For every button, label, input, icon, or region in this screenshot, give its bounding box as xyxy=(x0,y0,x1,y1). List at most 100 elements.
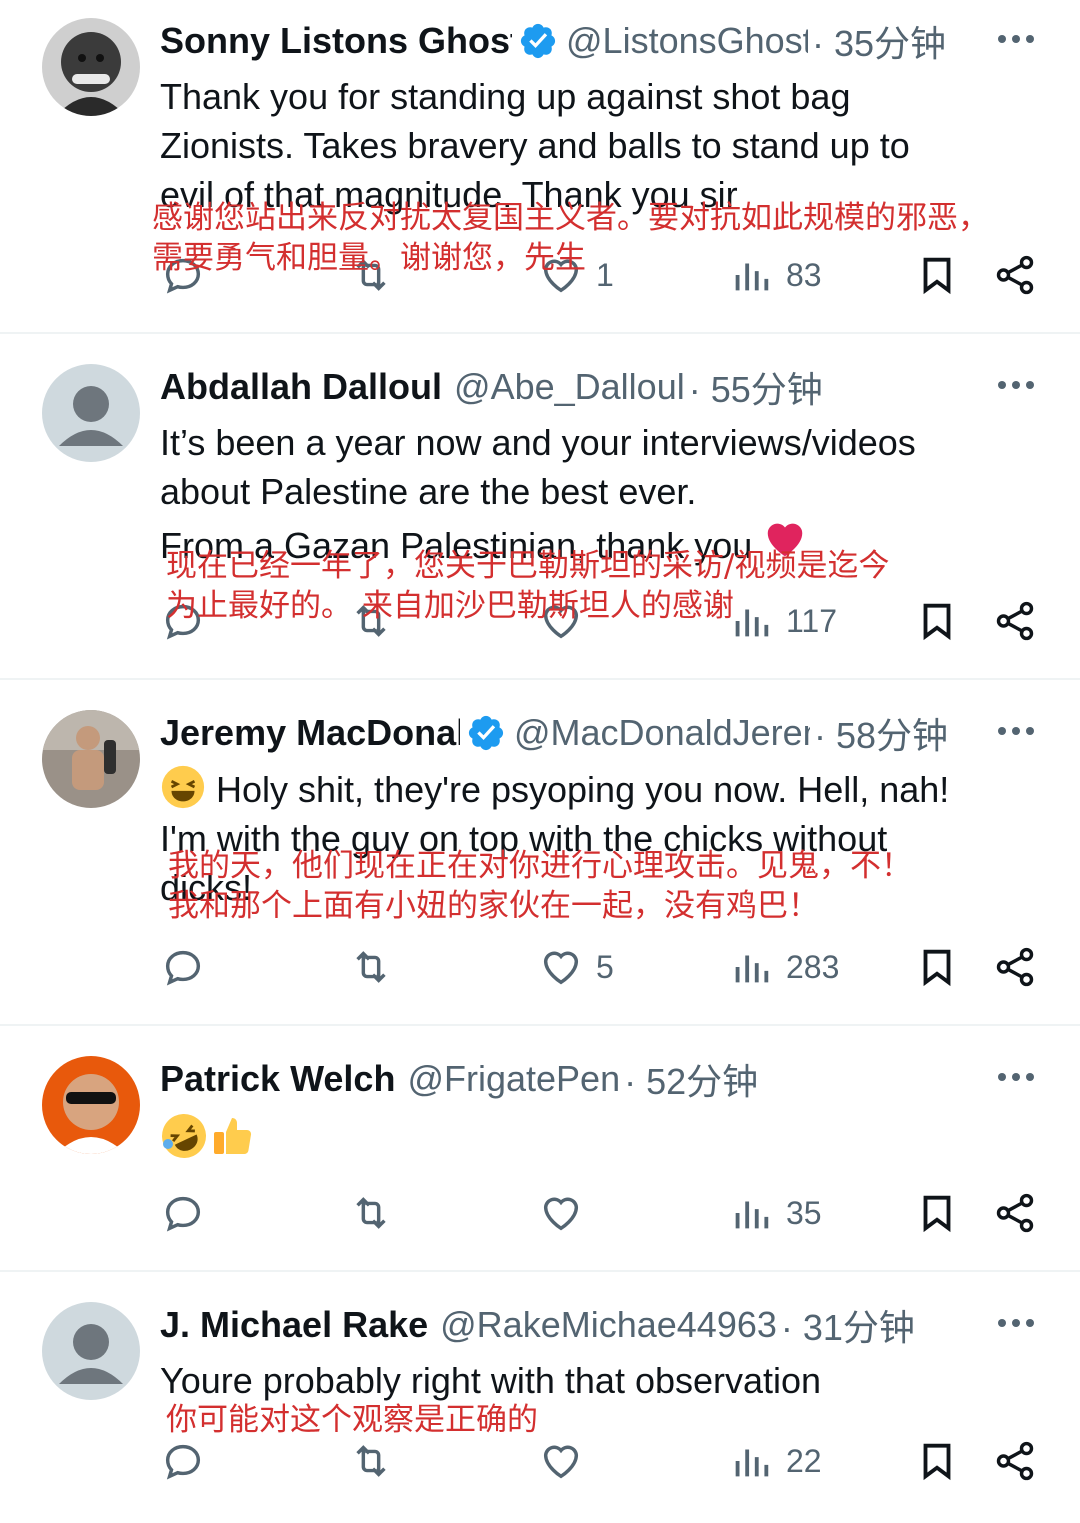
bookmark-icon xyxy=(923,1443,951,1481)
reply-icon xyxy=(165,1444,201,1480)
bookmark-icon xyxy=(923,603,951,641)
reply-icon xyxy=(165,1196,201,1232)
translation-overlay: 感谢您站出来反对扰太复国主义者。要对抗如此规模的邪恶， 需要勇气和胆量。谢谢您，… xyxy=(152,198,989,278)
bookmark-icon xyxy=(923,949,951,987)
tweet-text-line: Zionists. Takes bravery and balls to sta… xyxy=(160,125,910,166)
reply-button[interactable] xyxy=(160,944,206,990)
view-count: 22 xyxy=(786,1442,822,1479)
translation-line: 现在已经一年了，您关于巴勒斯坦的采访/视频是迄今 xyxy=(166,548,890,584)
tweet-text: Youre probably right with that observati… xyxy=(160,1356,1040,1405)
share-button[interactable] xyxy=(992,598,1038,644)
display-name[interactable]: Sonny Listons Ghost xyxy=(160,20,512,62)
more-icon[interactable] xyxy=(996,1062,1036,1092)
retweet-icon xyxy=(356,1197,386,1229)
tweet-5[interactable]: J. Michael Rake @RakeMichae44963 · 31分钟 … xyxy=(0,1284,1080,1521)
tweet-text-line: about Palestine are the best ever. xyxy=(160,471,697,512)
like-button[interactable] xyxy=(538,1190,596,1236)
view-count: 35 xyxy=(786,1194,822,1231)
avatar[interactable] xyxy=(42,710,140,808)
grinning-squinting-face-emoji-icon xyxy=(161,765,205,809)
tweet-text-line: Youre probably right with that observati… xyxy=(160,1360,822,1401)
retweet-icon xyxy=(356,1445,386,1477)
views-icon xyxy=(735,1449,769,1477)
timestamp[interactable]: · 58分钟 xyxy=(814,707,948,759)
translation-overlay: 你可能对这个观察是正确的 xyxy=(166,1400,538,1440)
views-button[interactable]: 22 xyxy=(728,1438,822,1484)
handle[interactable]: @RakeMichae44963 xyxy=(440,1304,777,1346)
display-name[interactable]: Abdallah Dalloul xyxy=(160,366,442,408)
more-icon[interactable] xyxy=(996,370,1036,400)
timestamp[interactable]: · 55分钟 xyxy=(689,361,823,413)
like-icon xyxy=(543,1197,579,1231)
translation-overlay: 现在已经一年了，您关于巴勒斯坦的采访/视频是迄今 为止最好的。 来自加沙巴勒斯坦… xyxy=(166,546,889,626)
reply-button[interactable] xyxy=(160,1438,206,1484)
views-icon xyxy=(735,1201,769,1229)
reply-button[interactable] xyxy=(160,1190,206,1236)
translation-line: 我的天，他们现在正在对你进行心理攻击。见鬼，不！ xyxy=(168,848,912,884)
reply-icon xyxy=(165,950,201,986)
translation-line: 需要勇气和胆量。谢谢您，先生 xyxy=(152,240,586,276)
retweet-button[interactable] xyxy=(348,1438,394,1484)
timestamp[interactable]: · 35分钟 xyxy=(812,15,946,67)
timestamp[interactable]: · 31分钟 xyxy=(781,1299,915,1351)
handle[interactable]: @Abe_Dalloul xyxy=(454,366,685,408)
tweet-text-line: Holy shit, they're psyoping you now. Hel… xyxy=(216,769,950,810)
avatar[interactable] xyxy=(42,18,140,116)
translation-line: 为止最好的。 来自加沙巴勒斯坦人的感谢 xyxy=(166,588,734,624)
bookmark-button[interactable] xyxy=(914,1190,960,1236)
share-icon xyxy=(996,255,1034,295)
thumbs-up-emoji-icon xyxy=(214,1118,252,1155)
like-button[interactable] xyxy=(538,1438,596,1484)
verified-badge-icon xyxy=(520,23,556,59)
verified-badge-icon xyxy=(468,715,504,751)
handle[interactable]: @MacDonaldJeremy xyxy=(514,712,810,754)
translation-overlay: 我的天，他们现在正在对你进行心理攻击。见鬼，不！ 我和那个上面有小妞的家伙在一起… xyxy=(168,846,912,926)
retweet-button[interactable] xyxy=(348,1190,394,1236)
share-icon xyxy=(996,947,1034,987)
display-name[interactable]: J. Michael Rake xyxy=(160,1304,428,1346)
reply-feed: Sonny Listons Ghost @ListonsGhost · 35分钟… xyxy=(0,0,1080,1523)
tweet-2[interactable]: Abdallah Dalloul @Abe_Dalloul · 55分钟 It’… xyxy=(0,346,1080,680)
like-count: 5 xyxy=(596,948,614,985)
handle[interactable]: @FrigatePen xyxy=(407,1058,620,1100)
default-avatar[interactable] xyxy=(42,1302,140,1400)
share-button[interactable] xyxy=(992,1438,1038,1484)
tweet-text: Thank you for standing up against shot b… xyxy=(160,72,1040,219)
display-name[interactable]: Patrick Welch xyxy=(160,1058,395,1100)
tweet-text-line: It’s been a year now and your interviews… xyxy=(160,422,916,463)
avatar[interactable] xyxy=(42,1056,140,1154)
share-button[interactable] xyxy=(992,252,1038,298)
share-icon xyxy=(996,601,1034,641)
translation-line: 我和那个上面有小妞的家伙在一起，没有鸡巴！ xyxy=(168,888,819,924)
timestamp[interactable]: · 52分钟 xyxy=(624,1053,758,1105)
handle[interactable]: @ListonsGhost xyxy=(566,20,808,62)
tweet-text-line-with-emoji: Holy shit, they're psyoping you now. Hel… xyxy=(160,764,1040,814)
like-button[interactable]: 5 xyxy=(538,944,614,990)
rolling-on-floor-laughing-emoji-icon xyxy=(162,1114,206,1158)
tweet-4[interactable]: Patrick Welch @FrigatePen · 52分钟 35 xyxy=(0,1038,1080,1272)
like-icon xyxy=(543,951,579,985)
bookmark-button[interactable] xyxy=(914,944,960,990)
views-icon xyxy=(735,955,769,983)
bookmark-button[interactable] xyxy=(914,1438,960,1484)
views-button[interactable]: 35 xyxy=(728,1190,822,1236)
share-button[interactable] xyxy=(992,1190,1038,1236)
tweet-3[interactable]: Jeremy MacDonald @MacDonaldJeremy · 58分钟… xyxy=(0,692,1080,1026)
share-button[interactable] xyxy=(992,944,1038,990)
translation-line: 你可能对这个观察是正确的 xyxy=(166,1402,538,1438)
tweet-text xyxy=(160,1112,1040,1164)
display-name[interactable]: Jeremy MacDonald xyxy=(160,712,460,754)
share-icon xyxy=(996,1441,1034,1481)
retweet-icon xyxy=(356,951,386,983)
tweet-1[interactable]: Sonny Listons Ghost @ListonsGhost · 35分钟… xyxy=(0,0,1080,334)
retweet-button[interactable] xyxy=(348,944,394,990)
more-icon[interactable] xyxy=(996,1308,1036,1338)
bookmark-icon xyxy=(923,1195,951,1233)
bookmark-button[interactable] xyxy=(914,598,960,644)
more-icon[interactable] xyxy=(996,716,1036,746)
view-count: 283 xyxy=(786,948,840,985)
more-icon[interactable] xyxy=(996,24,1036,54)
views-button[interactable]: 283 xyxy=(728,944,839,990)
default-avatar[interactable] xyxy=(42,364,140,462)
like-icon xyxy=(543,1445,579,1479)
